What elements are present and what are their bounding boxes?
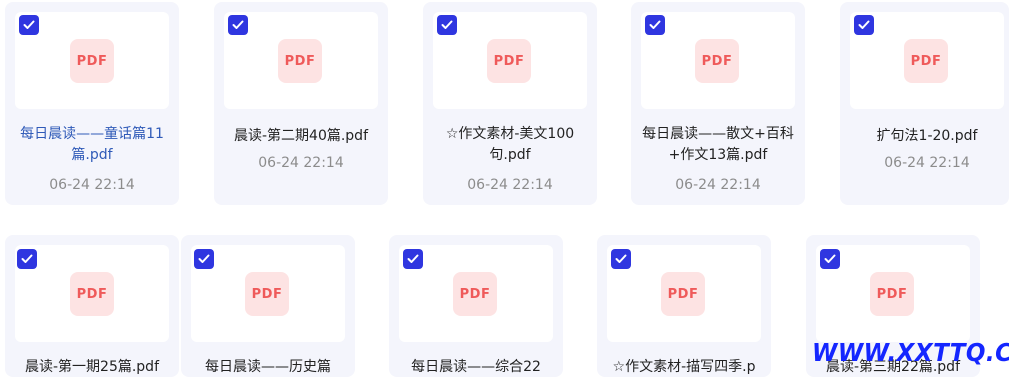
checkbox-checked-icon[interactable]: [854, 15, 874, 35]
file-name[interactable]: 每日晨读——综合22: [389, 357, 563, 378]
pdf-file-icon: PDF: [70, 272, 114, 316]
pdf-file-icon: PDF: [70, 39, 114, 83]
file-name[interactable]: 每日晨读——散文+百科+作文13篇.pdf: [639, 124, 797, 166]
pdf-file-icon: PDF: [870, 272, 914, 316]
checkbox-checked-icon[interactable]: [645, 15, 665, 35]
pdf-file-icon: PDF: [661, 272, 705, 316]
file-card[interactable]: PDF 每日晨读——童话篇11篇.pdf 06-24 22:14: [5, 2, 179, 205]
file-name[interactable]: ☆作文素材-美文100句.pdf: [429, 124, 591, 166]
file-card[interactable]: PDF ☆作文素材-美文100句.pdf 06-24 22:14: [423, 2, 597, 205]
pdf-file-icon: PDF: [453, 272, 497, 316]
file-card[interactable]: PDF 扩句法1-20.pdf 06-24 22:14: [840, 2, 1009, 205]
pdf-file-icon: PDF: [278, 39, 322, 83]
file-name[interactable]: 晨读-第一期25篇.pdf: [5, 357, 179, 378]
checkbox-checked-icon[interactable]: [820, 249, 840, 269]
pdf-file-icon: PDF: [487, 39, 531, 83]
file-name[interactable]: 扩句法1-20.pdf: [844, 126, 1009, 147]
site-watermark: WWW.XXTTQ.COM: [812, 338, 1009, 367]
pdf-file-icon: PDF: [245, 272, 289, 316]
pdf-file-icon: PDF: [904, 39, 948, 83]
file-card[interactable]: PDF ☆作文素材-描写四季.p: [597, 235, 771, 377]
file-name[interactable]: 每日晨读——历史篇: [181, 357, 355, 378]
file-date: 06-24 22:14: [258, 155, 344, 171]
file-date: 06-24 22:14: [884, 155, 970, 171]
file-name[interactable]: ☆作文素材-描写四季.p: [597, 357, 771, 378]
file-card[interactable]: PDF 每日晨读——历史篇: [181, 235, 355, 377]
checkbox-checked-icon[interactable]: [611, 249, 631, 269]
checkbox-checked-icon[interactable]: [17, 249, 37, 269]
checkbox-checked-icon[interactable]: [437, 15, 457, 35]
file-card[interactable]: PDF 晨读-第一期25篇.pdf: [5, 235, 179, 377]
file-name[interactable]: 晨读-第二期40篇.pdf: [220, 126, 382, 147]
file-card[interactable]: PDF 每日晨读——综合22: [389, 235, 563, 377]
pdf-file-icon: PDF: [695, 39, 739, 83]
file-card[interactable]: PDF 晨读-第二期40篇.pdf 06-24 22:14: [214, 2, 388, 205]
file-card[interactable]: PDF 每日晨读——散文+百科+作文13篇.pdf 06-24 22:14: [631, 2, 805, 205]
checkbox-checked-icon[interactable]: [228, 15, 248, 35]
file-name[interactable]: 每日晨读——童话篇11篇.pdf: [13, 124, 171, 166]
file-date: 06-24 22:14: [675, 177, 761, 193]
checkbox-checked-icon[interactable]: [19, 15, 39, 35]
file-date: 06-24 22:14: [467, 177, 553, 193]
checkbox-checked-icon[interactable]: [194, 249, 214, 269]
checkbox-checked-icon[interactable]: [403, 249, 423, 269]
file-date: 06-24 22:14: [49, 177, 135, 193]
